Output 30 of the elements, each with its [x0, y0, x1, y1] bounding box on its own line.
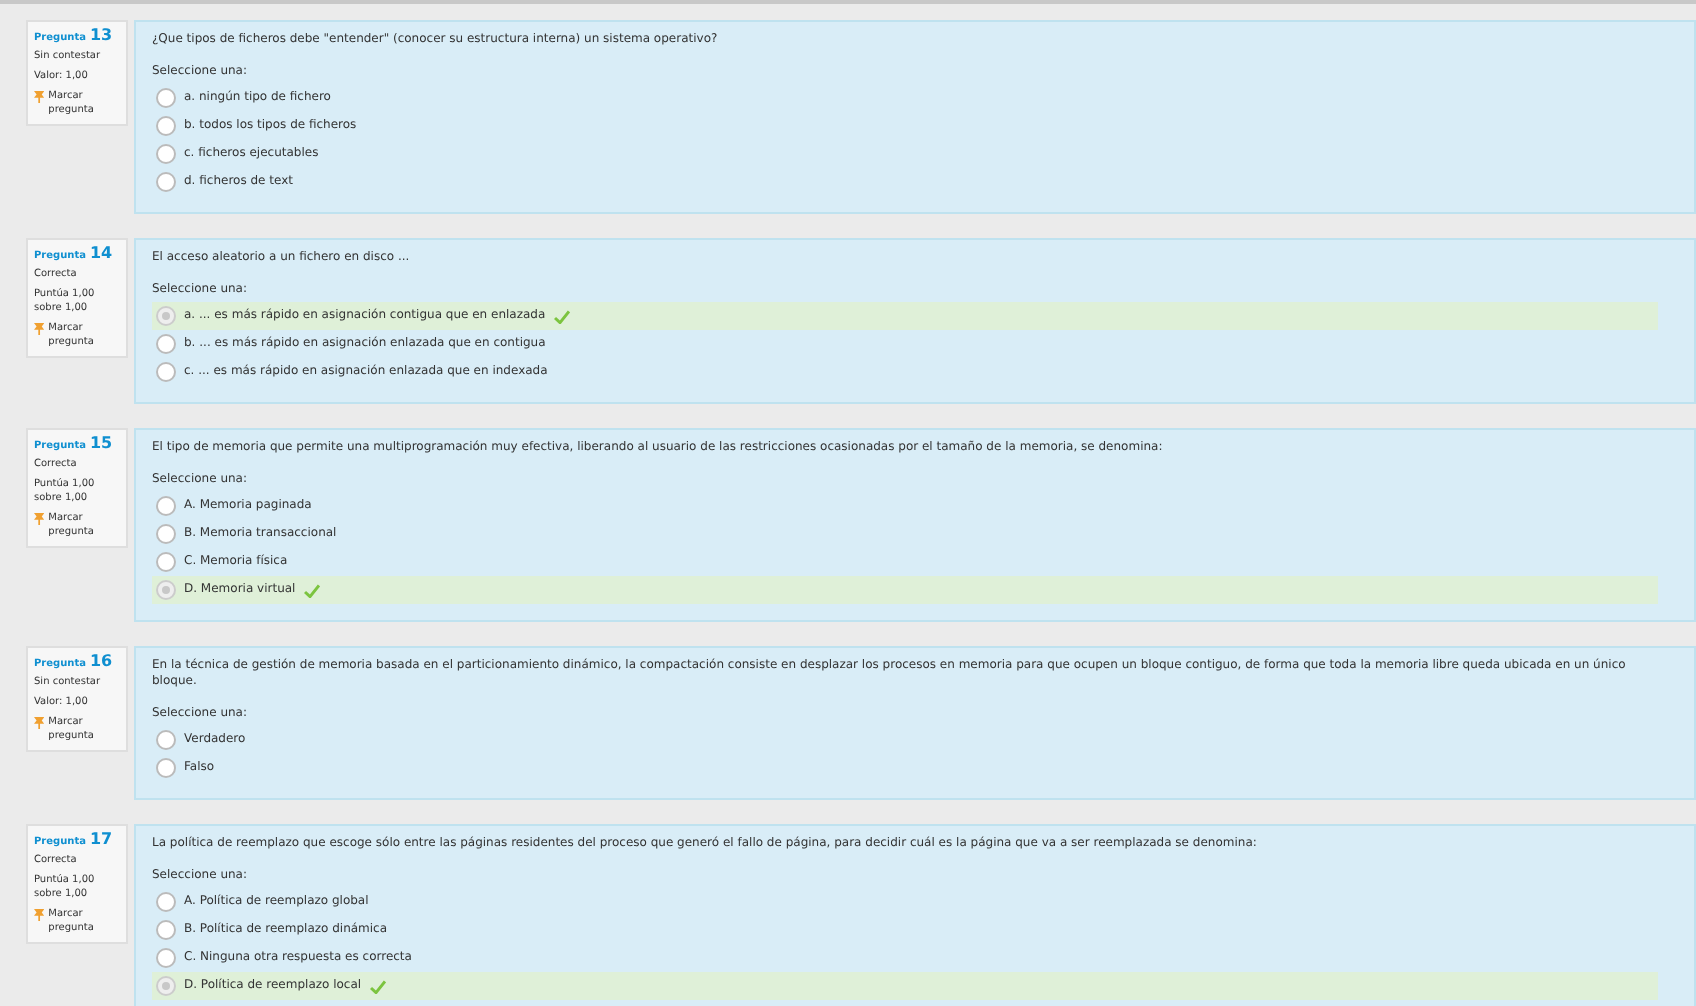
radio-button[interactable] [156, 920, 176, 940]
check-icon [369, 979, 386, 993]
flag-icon[interactable] [34, 716, 45, 730]
radio-button[interactable] [156, 892, 176, 912]
radio-button[interactable] [156, 948, 176, 968]
radio-button[interactable] [156, 976, 176, 996]
radio-button[interactable] [156, 116, 176, 136]
flag-icon[interactable] [34, 512, 45, 526]
radio-button[interactable] [156, 730, 176, 750]
radio-button[interactable] [156, 306, 176, 326]
radio-button[interactable] [156, 172, 176, 192]
flag-icon[interactable] [34, 90, 45, 104]
radio-button[interactable] [156, 144, 176, 164]
radio-button[interactable] [156, 362, 176, 382]
check-icon [553, 309, 570, 323]
question-number: 13 [89, 28, 113, 44]
radio-button[interactable] [156, 524, 176, 544]
radio-button[interactable] [156, 88, 176, 108]
radio-button[interactable] [156, 334, 176, 354]
question-number: 14 [89, 246, 113, 262]
question-number: 16 [89, 654, 113, 670]
question-number: 15 [89, 436, 113, 452]
flag-icon[interactable] [34, 322, 45, 336]
question-number: 17 [89, 832, 113, 848]
check-icon [303, 583, 320, 597]
radio-button[interactable] [156, 552, 176, 572]
flag-icon[interactable] [34, 908, 45, 922]
radio-button[interactable] [156, 758, 176, 778]
radio-button[interactable] [156, 580, 176, 600]
radio-button[interactable] [156, 496, 176, 516]
